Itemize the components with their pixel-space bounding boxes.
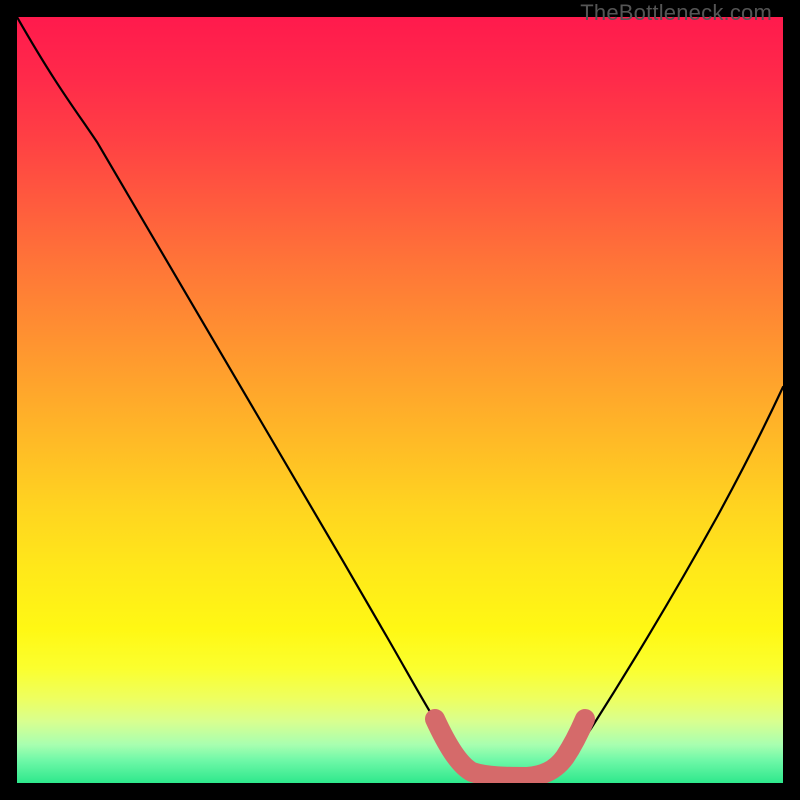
chart-plot-area — [17, 17, 783, 783]
bottleneck-line-chart — [17, 17, 783, 783]
optimal-range-highlight — [435, 719, 585, 777]
bottleneck-curve-path — [17, 17, 783, 775]
watermark-text: TheBottleneck.com — [580, 0, 772, 26]
